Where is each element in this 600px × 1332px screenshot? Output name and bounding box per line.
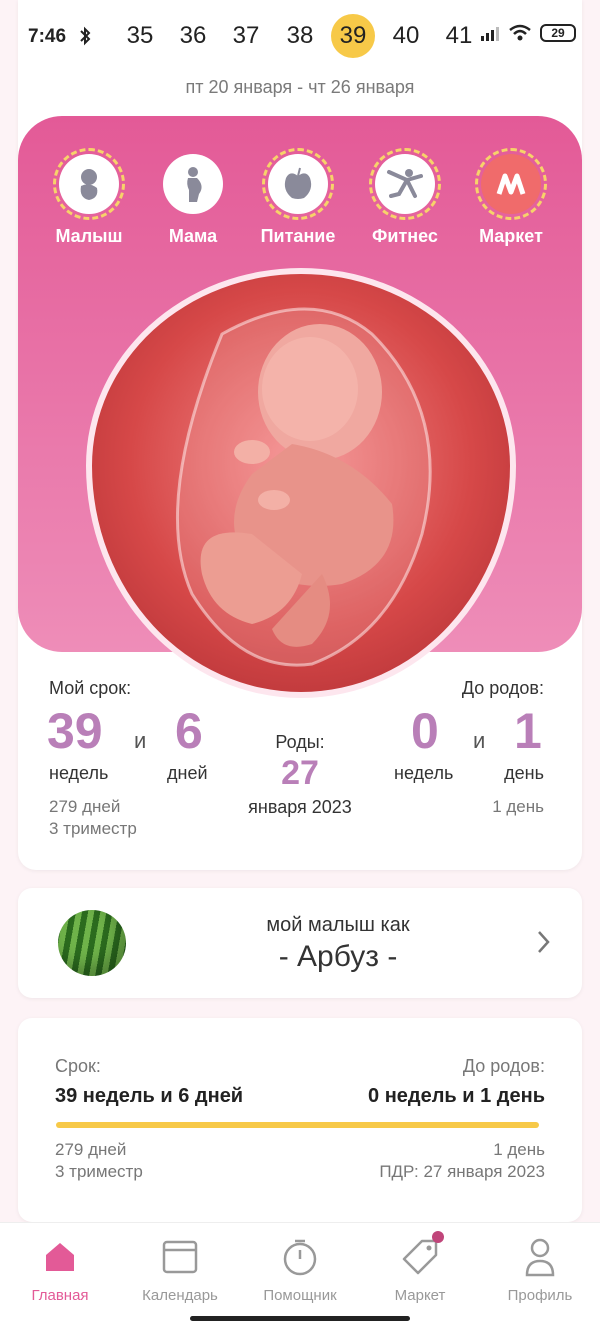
baby-size-fruit: - Арбуз - [278, 940, 398, 973]
status-indicators: 29 [480, 24, 576, 42]
term-progress-bar [56, 1122, 540, 1128]
nav-calendar[interactable]: Календарь [120, 1237, 240, 1304]
mother-icon [187, 167, 202, 202]
term-summary-card: Срок: 39 недель и 6 дней До родов: 0 нед… [18, 1018, 582, 1222]
week-item[interactable]: 38 [278, 14, 322, 58]
until-label: До родов: [461, 678, 544, 698]
nav-market[interactable]: Маркет [360, 1231, 480, 1304]
category-baby[interactable]: Малыш [34, 148, 144, 247]
summary-until-label: До родов: [462, 1056, 545, 1076]
nav-label: Календарь [142, 1287, 218, 1304]
until-weeks-value: 0 [411, 703, 439, 759]
category-label: Питание [260, 226, 336, 246]
calendar-icon [162, 1240, 198, 1274]
nav-home[interactable]: Главная [0, 1237, 120, 1304]
baby-icon [80, 169, 98, 200]
nav-label: Профиль [507, 1287, 573, 1304]
notification-dot [432, 1231, 444, 1243]
until-days-unit: день [504, 763, 544, 783]
week-item[interactable]: 41 [437, 14, 481, 58]
nav-label: Маркет [394, 1287, 446, 1304]
nav-label: Помощник [263, 1287, 337, 1304]
nav-label: Главная [31, 1287, 89, 1304]
summary-pdr: ПДР: 27 января 2023 [379, 1162, 545, 1181]
week-item[interactable]: 35 [118, 14, 162, 58]
week-item[interactable]: 36 [171, 14, 215, 58]
home-indicator [190, 1316, 410, 1321]
my-term-label: Мой срок: [49, 678, 132, 698]
apple-icon [284, 167, 312, 199]
category-fitness[interactable]: Фитнес [350, 148, 460, 247]
summary-term-label: Срок: [55, 1056, 101, 1076]
category-label: Фитнес [372, 226, 438, 246]
fitness-icon [387, 169, 423, 198]
market-logo-icon [496, 173, 526, 195]
summary-until-days: 1 день [493, 1140, 545, 1159]
term-stats: Мой срок: 39 и 6 недель дней 279 дней 3 … [0, 678, 600, 848]
wifi-icon [509, 24, 531, 41]
summary-days: 279 дней [55, 1140, 127, 1159]
home-icon [46, 1243, 74, 1271]
until-and: и [473, 728, 486, 753]
summary-until-value: 0 недель и 1 день [368, 1085, 545, 1107]
category-label: Малыш [55, 226, 123, 246]
battery-indicator: 29 [540, 24, 576, 42]
profile-icon [525, 1238, 555, 1277]
nav-profile[interactable]: Профиль [480, 1237, 600, 1304]
week-date-range: пт 20 января - чт 26 января [185, 77, 415, 97]
baby-size-caption: мой малыш как [266, 914, 410, 936]
week-item[interactable]: 40 [384, 14, 428, 58]
until-weeks-unit: недель [394, 763, 454, 783]
category-row: Малыш Мама Питание Фитнес Маркет [0, 148, 600, 248]
category-mother[interactable]: Мама [138, 148, 248, 247]
signal-icon [481, 27, 499, 41]
summary-term-value: 39 недель и 6 дней [55, 1085, 244, 1107]
baby-size-card[interactable]: мой малыш как - Арбуз - [18, 888, 582, 998]
term-trimester: 3 триместр [49, 819, 137, 838]
category-market[interactable]: Маркет [456, 148, 566, 247]
stopwatch-icon [283, 1239, 317, 1276]
tag-icon [402, 1239, 438, 1275]
until-days-value: 1 [514, 703, 542, 759]
week-item-active[interactable]: 39 [331, 14, 375, 58]
category-nutrition[interactable]: Питание [243, 148, 353, 247]
category-label: Мама [168, 226, 218, 246]
week-item[interactable]: 37 [224, 14, 268, 58]
chevron-right-icon [538, 931, 550, 953]
category-label: Маркет [479, 226, 543, 246]
nav-assistant[interactable]: Помощник [240, 1237, 360, 1304]
until-days-text: 1 день [492, 797, 544, 816]
summary-trimester: 3 триместр [55, 1162, 143, 1181]
birth-label: Роды: [275, 732, 325, 752]
